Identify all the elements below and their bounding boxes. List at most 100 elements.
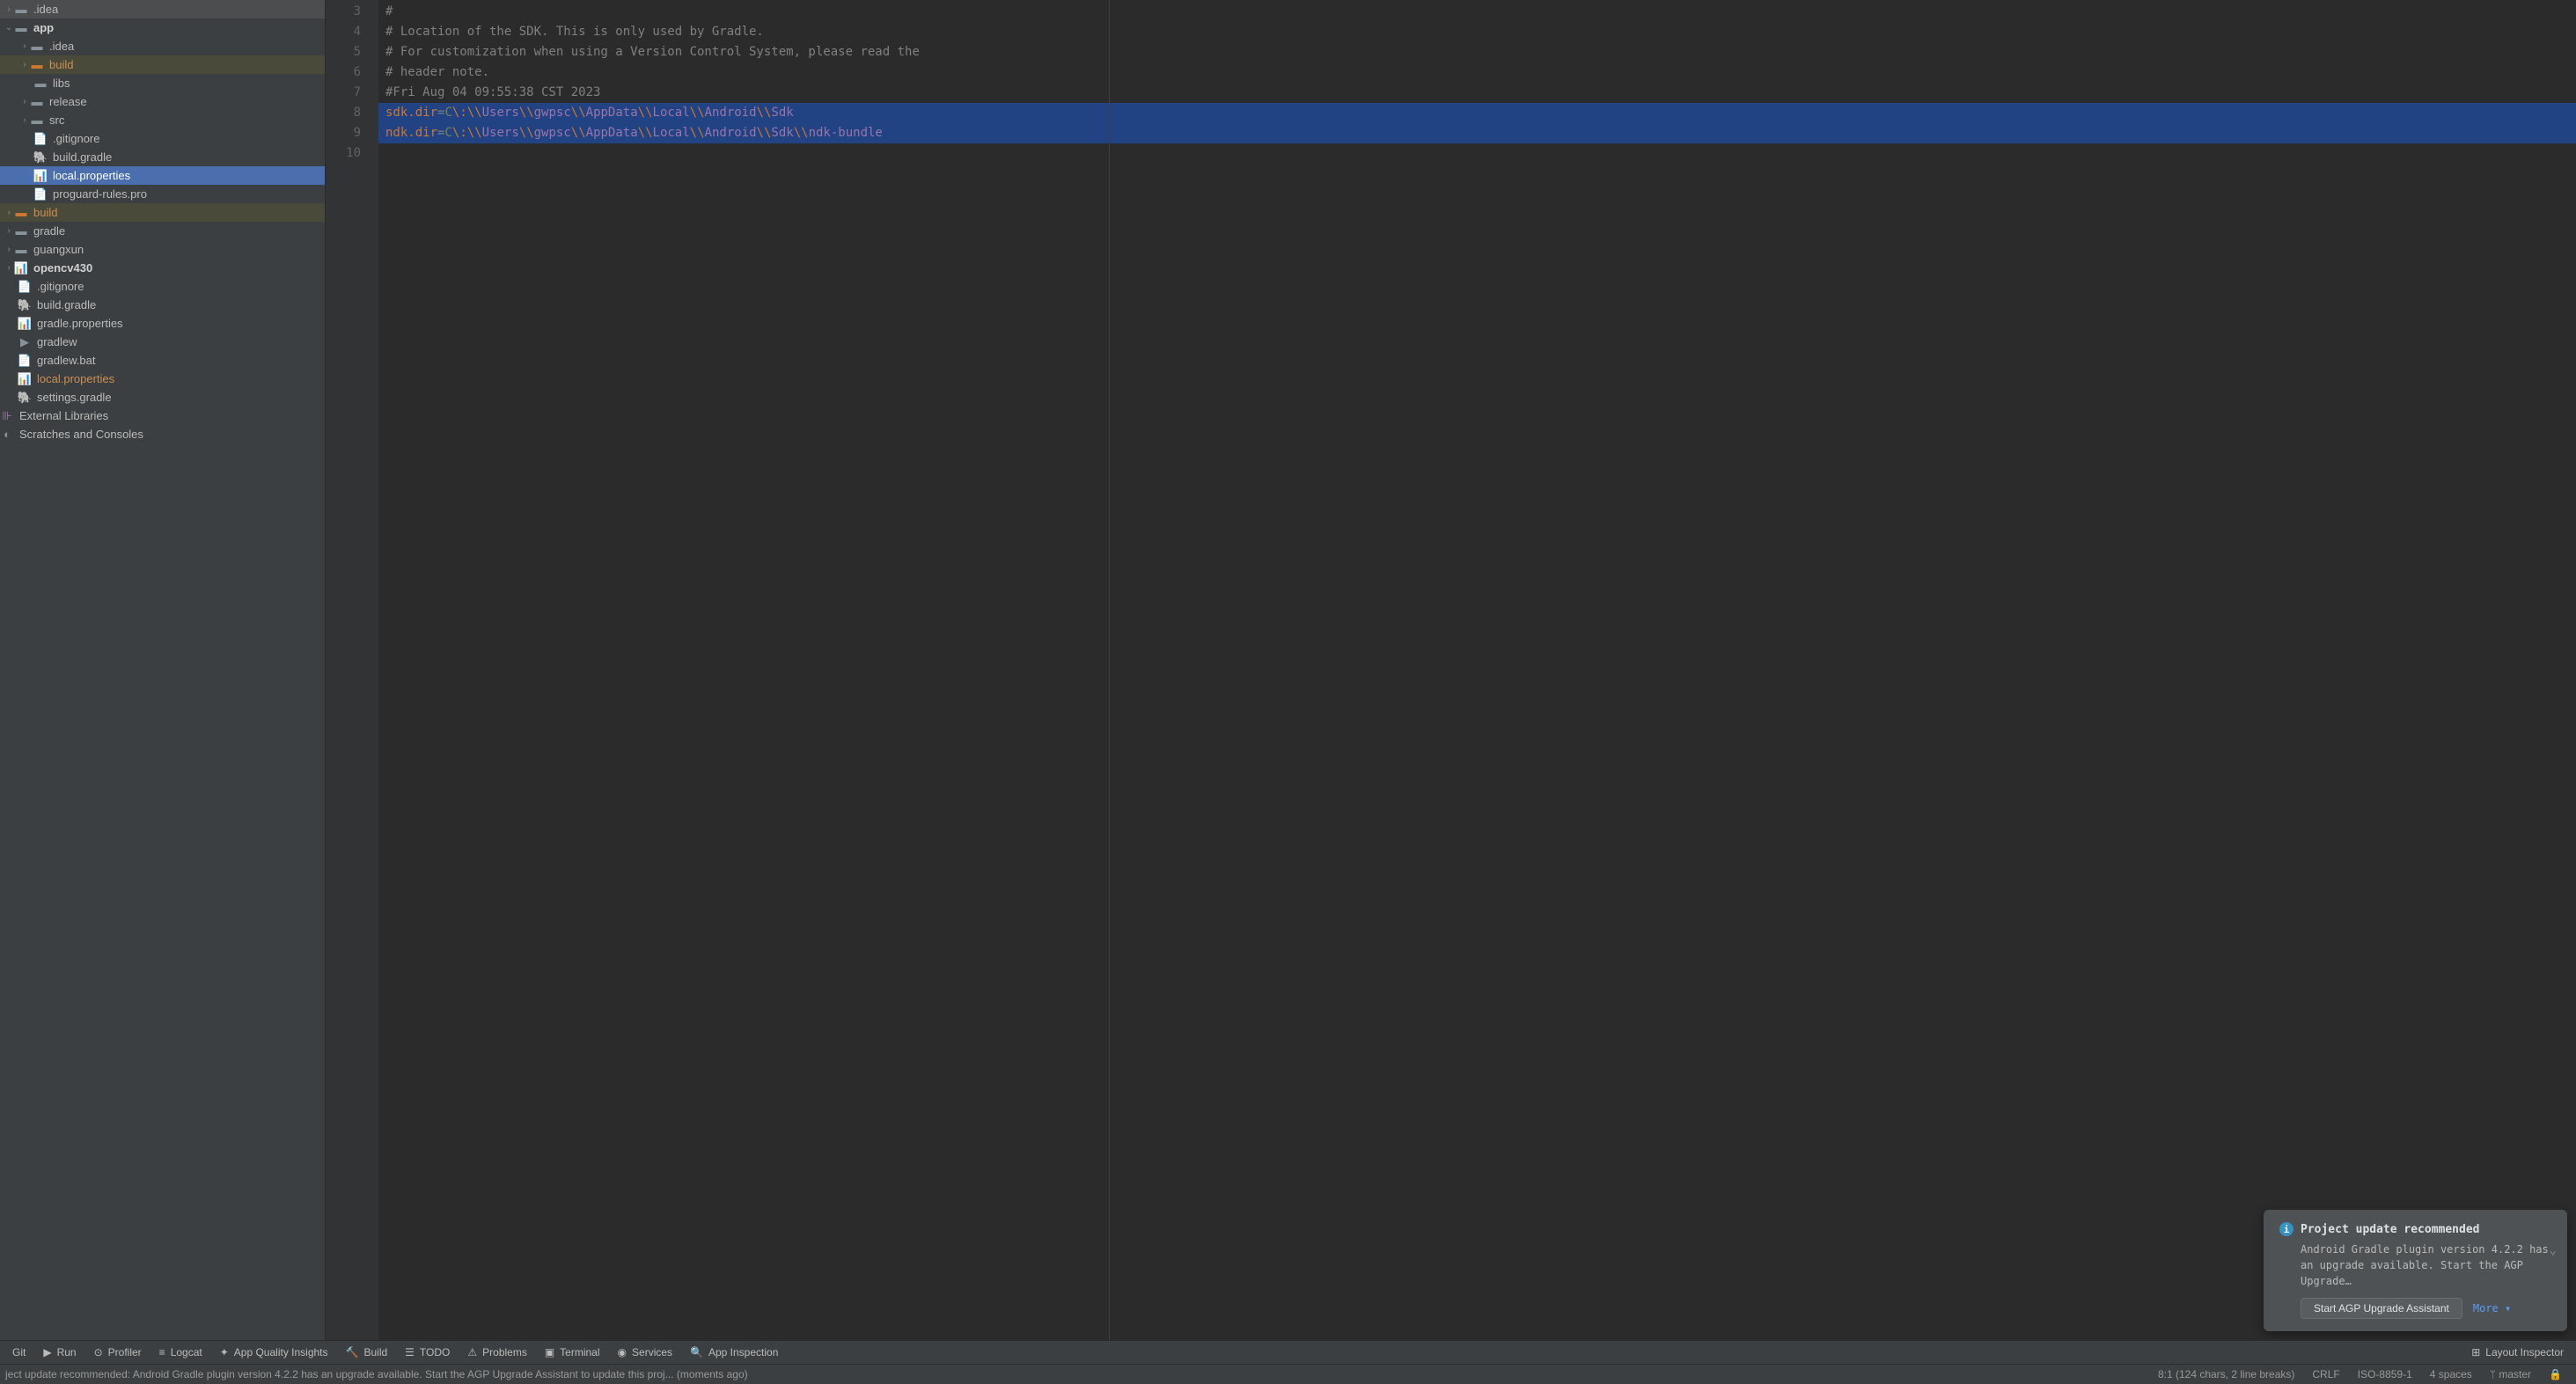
code-line-selected: sdk.dir=C\:\\Users\\gwpsc\\AppData\\Loca… xyxy=(378,103,2576,123)
library-icon: ⊪ xyxy=(0,409,14,423)
module-icon: 📊 xyxy=(14,261,28,275)
line-number: 10 xyxy=(326,143,378,164)
tree-label: External Libraries xyxy=(19,409,108,422)
tree-item-app[interactable]: ⌄ ▬ app xyxy=(0,18,325,37)
chevron-down-icon[interactable]: ⌄ xyxy=(2550,1243,2557,1257)
tree-item-settings[interactable]: 🐘 settings.gradle xyxy=(0,388,325,406)
tree-item-gradle[interactable]: › ▬ gradle xyxy=(0,222,325,240)
tree-item-app-src[interactable]: › ▬ src xyxy=(0,111,325,129)
inspection-icon: 🔍 xyxy=(690,1346,703,1358)
line-number: 4 xyxy=(326,22,378,42)
tree-item-idea[interactable]: › ▬ .idea xyxy=(0,0,325,18)
panel-layout-inspector[interactable]: ⊞Layout Inspector xyxy=(2464,1344,2571,1360)
tree-item-app-build[interactable]: › ▬ build xyxy=(0,55,325,74)
cursor-position[interactable]: 8:1 (124 chars, 2 line breaks) xyxy=(2149,1368,2303,1380)
start-upgrade-button[interactable]: Start AGP Upgrade Assistant xyxy=(2301,1298,2462,1319)
tree-item-app-idea[interactable]: › ▬ .idea xyxy=(0,37,325,55)
project-tree[interactable]: › ▬ .idea ⌄ ▬ app › ▬ .idea › ▬ build ▬ … xyxy=(0,0,326,1340)
tree-item-scratches[interactable]: ◐ Scratches and Consoles xyxy=(0,425,325,443)
tree-item-opencv[interactable]: › 📊 opencv430 xyxy=(0,259,325,277)
tree-item-app-release[interactable]: › ▬ release xyxy=(0,92,325,111)
properties-icon: 📊 xyxy=(33,169,48,183)
panel-run[interactable]: ▶Run xyxy=(36,1344,83,1360)
panel-services[interactable]: ◉Services xyxy=(611,1344,680,1360)
notification-title: Project update recommended xyxy=(2301,1223,2480,1236)
panel-todo[interactable]: ☰TODO xyxy=(398,1344,457,1360)
line-gutter[interactable]: 3 4 5 6 7 8 9 10 xyxy=(326,0,378,1340)
folder-icon: ▬ xyxy=(14,206,28,220)
folder-icon: ▬ xyxy=(30,95,44,109)
tree-label: release xyxy=(49,95,87,108)
tree-label: build.gradle xyxy=(53,150,112,164)
tree-label: .idea xyxy=(49,40,74,53)
code-line-selected: ndk.dir=C\:\\Users\\gwpsc\\AppData\\Loca… xyxy=(378,123,2576,143)
tree-label: app xyxy=(33,21,54,34)
properties-icon: 📊 xyxy=(18,372,32,386)
line-number: 5 xyxy=(326,42,378,62)
tree-item-buildgradle[interactable]: 🐘 build.gradle xyxy=(0,296,325,314)
properties-icon: 📊 xyxy=(18,317,32,331)
tree-item-app-buildgradle[interactable]: 🐘 build.gradle xyxy=(0,148,325,166)
panel-logcat[interactable]: ≡Logcat xyxy=(152,1344,209,1360)
line-ending[interactable]: CRLF xyxy=(2303,1368,2348,1380)
notification-body: Android Gradle plugin version 4.2.2 has … xyxy=(2301,1241,2551,1289)
folder-icon: ▬ xyxy=(30,58,44,72)
insights-icon: ✦ xyxy=(220,1346,229,1358)
status-message[interactable]: ject update recommended: Android Gradle … xyxy=(5,1368,2149,1380)
git-branch[interactable]: ᛘ master xyxy=(2481,1368,2540,1380)
chevron-right-icon[interactable]: › xyxy=(4,245,14,254)
panel-git[interactable]: Git xyxy=(5,1344,33,1360)
chevron-right-icon[interactable]: › xyxy=(19,60,30,70)
code-content[interactable]: # # Location of the SDK. This is only us… xyxy=(378,0,2576,1340)
indent-setting[interactable]: 4 spaces xyxy=(2421,1368,2481,1380)
tree-item-gradlewbat[interactable]: 📄 gradlew.bat xyxy=(0,351,325,370)
panel-insights[interactable]: ✦App Quality Insights xyxy=(213,1344,335,1360)
panel-terminal[interactable]: ▣Terminal xyxy=(538,1344,607,1360)
tree-label: build xyxy=(33,206,57,219)
chevron-right-icon[interactable]: › xyxy=(4,208,14,217)
tree-item-localprops[interactable]: 📊 local.properties xyxy=(0,370,325,388)
folder-icon: ▬ xyxy=(33,77,48,91)
tree-label: build xyxy=(49,58,73,71)
panel-profiler[interactable]: ⊙Profiler xyxy=(87,1344,149,1360)
tree-item-app-localprops[interactable]: 📊 local.properties xyxy=(0,166,325,185)
file-icon: ▶ xyxy=(18,335,32,349)
chevron-right-icon[interactable]: › xyxy=(19,97,30,106)
tree-item-app-proguard[interactable]: 📄 proguard-rules.pro xyxy=(0,185,325,203)
chevron-right-icon[interactable]: › xyxy=(19,41,30,51)
tree-item-gitignore[interactable]: 📄 .gitignore xyxy=(0,277,325,296)
chevron-right-icon[interactable]: › xyxy=(19,115,30,125)
tree-label: Scratches and Consoles xyxy=(19,428,143,441)
tree-item-app-gitignore[interactable]: 📄 .gitignore xyxy=(0,129,325,148)
chevron-right-icon[interactable]: › xyxy=(4,4,14,14)
code-text: # header note. xyxy=(385,65,489,79)
line-number: 9 xyxy=(326,123,378,143)
info-icon: i xyxy=(2279,1222,2293,1236)
gradle-icon: 🐘 xyxy=(33,150,48,165)
tree-item-guangxun[interactable]: › ▬ guangxun xyxy=(0,240,325,259)
file-icon: 📄 xyxy=(18,354,32,368)
tree-label: gradlew xyxy=(37,335,77,348)
lock-icon[interactable]: 🔒 xyxy=(2540,1368,2571,1380)
services-icon: ◉ xyxy=(618,1346,627,1358)
panel-problems[interactable]: ⚠Problems xyxy=(460,1344,533,1360)
chevron-down-icon[interactable]: ⌄ xyxy=(4,23,14,33)
tree-item-app-libs[interactable]: ▬ libs xyxy=(0,74,325,92)
more-link[interactable]: More ▾ xyxy=(2473,1302,2511,1314)
panel-build[interactable]: 🔨Build xyxy=(339,1344,395,1360)
tree-item-gradlew[interactable]: ▶ gradlew xyxy=(0,333,325,351)
panel-inspection[interactable]: 🔍App Inspection xyxy=(683,1344,785,1360)
tree-label: src xyxy=(49,114,64,127)
code-editor[interactable]: 3 4 5 6 7 8 9 10 # # Location of the SDK… xyxy=(326,0,2576,1340)
notification-popup: i Project update recommended Android Gra… xyxy=(2264,1210,2567,1331)
tree-item-external-libs[interactable]: ⊪ External Libraries xyxy=(0,406,325,425)
file-encoding[interactable]: ISO-8859-1 xyxy=(2349,1368,2421,1380)
tree-item-build[interactable]: › ▬ build xyxy=(0,203,325,222)
tree-item-gradleprops[interactable]: 📊 gradle.properties xyxy=(0,314,325,333)
tree-label: .gitignore xyxy=(37,280,84,293)
hammer-icon: 🔨 xyxy=(346,1346,359,1358)
chevron-right-icon[interactable]: › xyxy=(4,226,14,236)
folder-icon: ▬ xyxy=(30,114,44,128)
chevron-right-icon[interactable]: › xyxy=(4,263,14,273)
code-text: # For customization when using a Version… xyxy=(385,45,920,59)
